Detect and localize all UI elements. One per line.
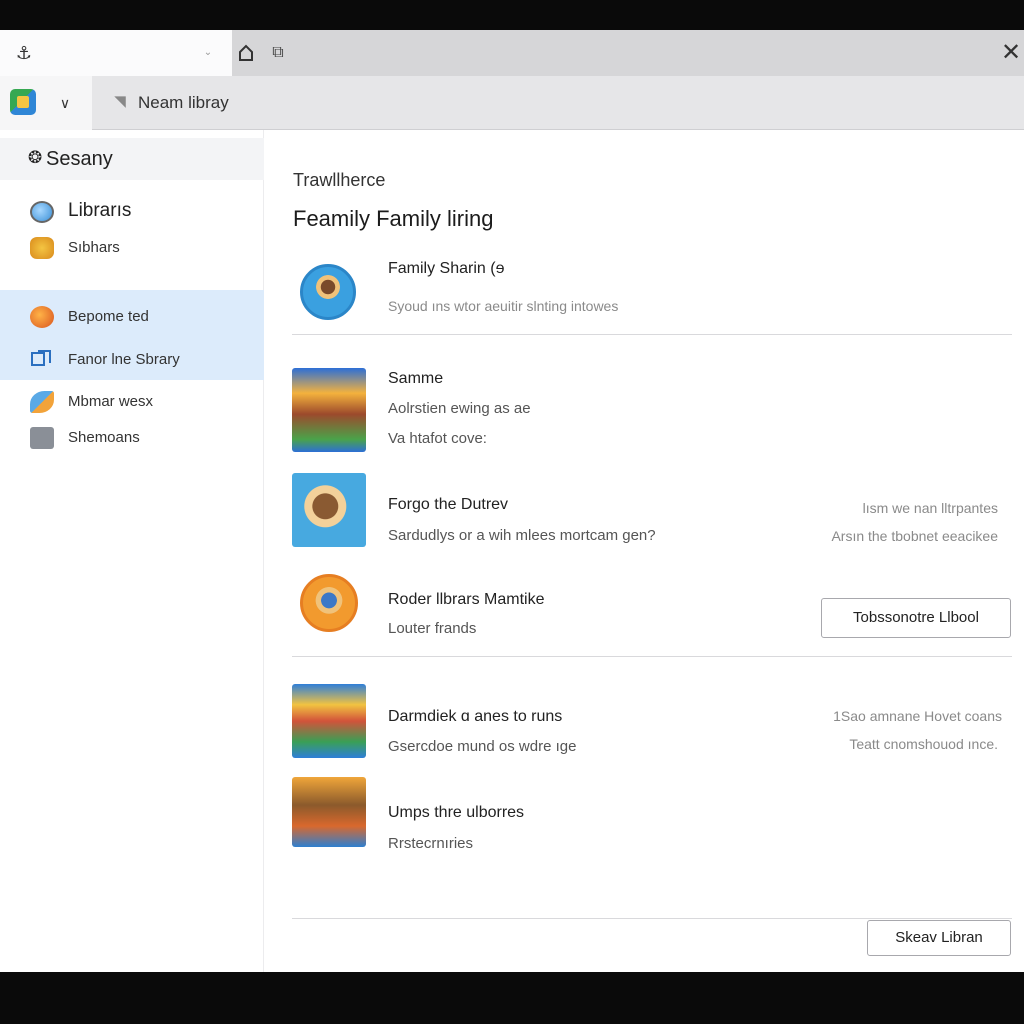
chevron-down-icon[interactable]: ∨ [54, 92, 76, 114]
sidebar-item-bepome[interactable]: Bepome ted [0, 297, 264, 337]
list-item-title[interactable]: Umps thre ulborres [388, 804, 524, 822]
footer-library-button[interactable]: Skeav Libran [867, 920, 1011, 956]
sidebar-item-libraries[interactable]: Librarıs [0, 192, 264, 232]
game-avatar [300, 574, 358, 632]
list-item-title[interactable]: Darmdiek ɑ anes to runs [388, 708, 562, 726]
home-icon[interactable] [238, 44, 254, 62]
list-item-subtitle: Sardudlys or a wih mlees mortcam gen? [388, 527, 656, 544]
list-item-title[interactable]: Forgo the Dutrev [388, 496, 508, 514]
breadcrumb: Trawllherce [293, 170, 386, 190]
list-item-subtitle: Gsercdoe mund os wdre ıge [388, 738, 577, 755]
tab-active[interactable]: ⚓ ⌄ [0, 30, 232, 76]
list-item-meta: Arsın the tbobnet eeacikee [831, 528, 998, 544]
extension-icon[interactable]: ⧉ [267, 42, 289, 64]
address-field[interactable]: ◥ Neam libray [104, 84, 1004, 122]
sidebar-item-sibhars[interactable]: Sıbhars [0, 228, 264, 268]
list-item-meta: 1Sao amnane Hovet coans [833, 708, 1002, 724]
pin-icon: ◥ [114, 93, 126, 110]
close-icon[interactable]: ✕ [998, 40, 1024, 66]
game-cover-thumbnail[interactable] [292, 684, 366, 758]
address-text: Neam libray [138, 93, 229, 112]
list-item-meta: lısm we nan lltrpantes [862, 500, 998, 516]
chevron-down-icon[interactable]: ⌄ [200, 43, 216, 63]
page-title: Feamily Family liring [293, 206, 494, 231]
sidebar-item-shemoans[interactable]: Shemoans [0, 418, 264, 458]
family-sharing-avatar [300, 264, 356, 320]
globe-icon [30, 201, 54, 223]
sidebar-item-mbmar[interactable]: Mbmar wesx [0, 382, 264, 422]
app-switcher: ∨ [0, 76, 92, 130]
sidebar: ❂ Sesany Librarıs Sıbhars Bepome ted Fan… [0, 130, 264, 972]
list-item-title[interactable]: Samme [388, 370, 443, 388]
app-window: ⚓ ⌄ ⧉ ✕ ∨ ◥ Neam libray ❂ Sesany Librarı… [0, 30, 1024, 972]
screen-top-bezel [0, 0, 1024, 30]
box-icon [30, 427, 54, 449]
list-item-subtitle: Louter frands [388, 620, 477, 637]
sidebar-header[interactable]: ❂ Sesany [0, 138, 264, 180]
library-icon [30, 349, 54, 371]
sidebar-item-label: Bepome ted [68, 308, 149, 325]
screen-bottom-bezel [0, 972, 1024, 1024]
library-action-button[interactable]: Tobssonotre Llbool [821, 598, 1011, 638]
list-item-subtitle: Va htafot cove: [388, 430, 487, 447]
address-bar-row: ∨ ◥ Neam libray [0, 76, 1024, 130]
game-cover-thumbnail[interactable] [292, 777, 366, 847]
divider [292, 918, 1012, 919]
list-item-title[interactable]: Roder llbrars Mamtike [388, 591, 544, 609]
divider [292, 656, 1012, 657]
list-item-meta: Teatt cnomshouod ınce. [849, 736, 998, 752]
list-item-subtitle: Aolrstien ewing as ae [388, 400, 531, 417]
game-cover-thumbnail[interactable] [292, 473, 366, 547]
main-content: Trawllherce Feamily Family liring Family… [264, 130, 1024, 972]
app-logo-icon[interactable] [10, 89, 36, 115]
list-item-subtitle: Rrstecrnıries [388, 835, 474, 852]
divider [292, 334, 1012, 335]
anchor-icon: ⚓ [15, 43, 33, 63]
sidebar-item-label: Mbmar wesx [68, 393, 154, 410]
sidebar-item-label: Sıbhars [68, 239, 120, 256]
star-icon [30, 237, 54, 259]
list-item-title[interactable]: Family Sharin (ɘ [388, 260, 504, 278]
tab-strip: ⚓ ⌄ ⧉ ✕ [0, 30, 1024, 76]
sidebar-item-fanor[interactable]: Fanor lne Sbrary [0, 340, 264, 380]
bird-icon [30, 391, 54, 413]
list-item-subtitle: Syoud ıns wtor aeuitir slnting intowes [388, 298, 619, 314]
ball-icon [30, 306, 54, 328]
sidebar-item-label: Shemoans [68, 429, 140, 446]
sidebar-item-label: Fanor lne Sbrary [68, 351, 180, 368]
settings-icon: ❂ [28, 148, 43, 167]
game-cover-thumbnail[interactable] [292, 368, 366, 452]
sidebar-item-label: Librarıs [68, 200, 132, 221]
sidebar-header-label: Sesany [46, 148, 113, 170]
